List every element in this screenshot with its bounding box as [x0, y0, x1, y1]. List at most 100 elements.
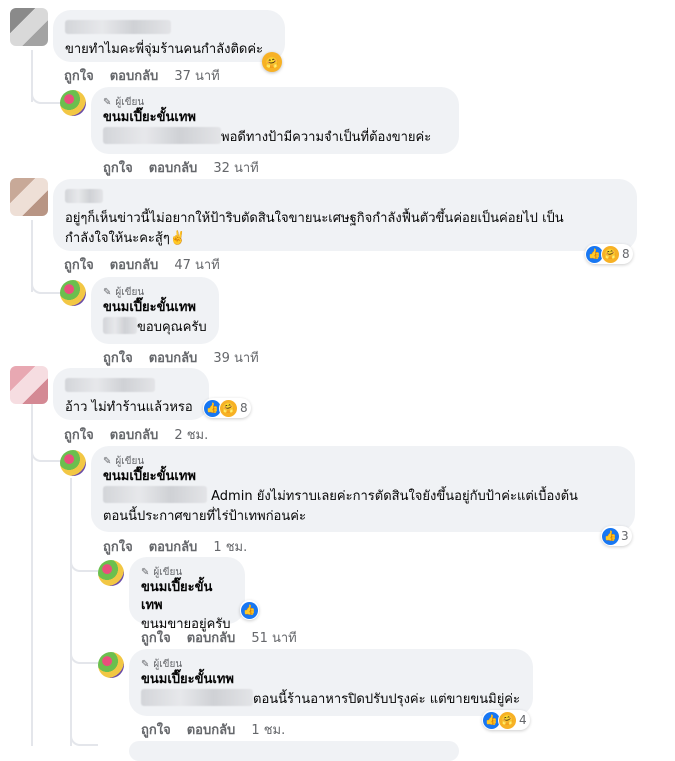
- reaction-summary[interactable]: 👍 🤗 8: [585, 244, 633, 264]
- reply-text: ขอบคุณครับ: [137, 320, 207, 335]
- timestamp[interactable]: 51 นาที: [251, 627, 296, 648]
- like-button[interactable]: ถูกใจ: [141, 719, 171, 740]
- page-avatar[interactable]: [98, 560, 124, 586]
- thread-hook: [31, 280, 61, 294]
- like-button[interactable]: ถูกใจ: [64, 254, 94, 275]
- redacted-mention[interactable]: [141, 689, 253, 706]
- reaction-count: 4: [519, 713, 527, 727]
- comment-text: ขายทำไมคะพี่จุ่มร้านคนกำลังติดค่ะ: [65, 42, 264, 57]
- page-name[interactable]: ขนมเปี๊ยะขั้นเทพ: [141, 671, 521, 689]
- reply-button[interactable]: ตอบกลับ: [149, 347, 198, 368]
- care-icon: 🤗: [498, 710, 517, 730]
- timestamp[interactable]: 37 นาที: [174, 65, 219, 86]
- page-avatar[interactable]: [60, 450, 86, 476]
- comment-actions: ถูกใจ ตอบกลับ 39 นาที: [103, 347, 259, 368]
- comment-actions: ถูกใจ ตอบกลับ 51 นาที: [141, 627, 297, 648]
- comment-actions: ถูกใจ ตอบกลับ 37 นาที: [64, 65, 220, 86]
- timestamp[interactable]: 39 นาที: [213, 347, 258, 368]
- like-icon: 👍: [602, 527, 619, 545]
- reply-button[interactable]: ตอบกลับ: [187, 627, 236, 648]
- reaction-count: 3: [621, 529, 629, 543]
- comment-actions: ถูกใจ ตอบกลับ 47 นาที: [64, 254, 220, 275]
- thread-hook: [31, 90, 61, 104]
- reply-button[interactable]: ตอบกลับ: [149, 157, 198, 178]
- thread-hook: [70, 734, 98, 746]
- reply-bubble: ✎ ผู้เขียน ขนมเปี๊ยะขั้นเทพ ตอนนี้ร้านอาห…: [129, 649, 533, 716]
- pencil-icon: ✎: [103, 96, 112, 108]
- comment-actions: ถูกใจ ตอบกลับ 32 นาที: [103, 157, 259, 178]
- reply-text: พอดีทางป้ามีความจำเป็นที่ต้องขายค่ะ: [221, 130, 432, 145]
- like-icon: 👍: [241, 601, 258, 619]
- comment-actions: ถูกใจ ตอบกลับ 2 ชม.: [64, 424, 208, 445]
- pencil-icon: ✎: [141, 566, 150, 578]
- comment-bubble: ขายทำไมคะพี่จุ่มร้านคนกำลังติดค่ะ: [53, 10, 285, 62]
- care-reaction-icon[interactable]: 🤗: [262, 52, 282, 72]
- pencil-icon: ✎: [103, 286, 112, 298]
- pencil-icon: ✎: [103, 455, 112, 467]
- like-button[interactable]: ถูกใจ: [64, 65, 94, 86]
- timestamp[interactable]: 1 ชม.: [213, 536, 247, 557]
- comment-bubble: อยู่ๆก็เห็นข่าวนี้ไม่อยากให้ป้าริบตัดสิน…: [53, 179, 637, 251]
- redacted-mention[interactable]: [103, 317, 137, 334]
- like-button[interactable]: ถูกใจ: [103, 347, 133, 368]
- redacted-name[interactable]: [65, 378, 155, 392]
- reaction-summary[interactable]: 👍: [240, 600, 259, 620]
- redacted-mention[interactable]: [103, 486, 207, 503]
- thread-hook: [31, 448, 61, 462]
- reply-text: ยังไม่ทราบเลยค่ะการตัดสินใจยังขึ้นอยู่กั…: [256, 489, 578, 504]
- thread-line: [70, 478, 72, 746]
- avatar[interactable]: [10, 366, 48, 404]
- comment-text: อ้าว ไม่ทำร้านแล้วหรอ: [65, 400, 193, 415]
- redacted-name[interactable]: [65, 20, 171, 34]
- author-badge: ✎ ผู้เขียน: [103, 96, 145, 108]
- like-button[interactable]: ถูกใจ: [103, 157, 133, 178]
- timestamp[interactable]: 32 นาที: [213, 157, 258, 178]
- page-name[interactable]: ขนมเปี๊ยะขั้นเทพ: [103, 299, 207, 317]
- avatar[interactable]: [10, 178, 48, 216]
- admin-label: Admin: [211, 489, 253, 504]
- page-avatar[interactable]: [60, 90, 86, 116]
- comment-text: อยู่ๆก็เห็นข่าวนี้ไม่อยากให้ป้าริบตัดสิน…: [65, 211, 564, 226]
- care-icon: 🤗: [219, 398, 238, 418]
- timestamp[interactable]: 47 นาที: [174, 254, 219, 275]
- reaction-summary[interactable]: 👍 3: [601, 526, 632, 546]
- reply-bubble: ✎ ผู้เขียน ขนมเปี๊ยะขั้นเทพ พอดีทางป้ามีค…: [91, 87, 459, 154]
- reply-bubble: ✎ ผู้เขียน ขนมเปี๊ยะขั้นเทพ ขนมขายอยู่ครั…: [129, 557, 245, 632]
- reaction-summary[interactable]: 👍 🤗 8: [203, 398, 251, 418]
- care-icon: 🤗: [601, 244, 620, 264]
- page-name[interactable]: ขนมเปี๊ยะขั้นเทพ: [103, 109, 447, 127]
- page-name[interactable]: ขนมเปี๊ยะขั้นเทพ: [103, 468, 623, 486]
- like-button[interactable]: ถูกใจ: [103, 536, 133, 557]
- reply-button[interactable]: ตอบกลับ: [149, 536, 198, 557]
- redacted-name[interactable]: [65, 189, 103, 203]
- author-badge: ✎ ผู้เขียน: [141, 658, 183, 670]
- thread-hook: [70, 558, 98, 572]
- reply-bubble: [129, 741, 459, 761]
- like-button[interactable]: ถูกใจ: [141, 627, 171, 648]
- pencil-icon: ✎: [141, 658, 150, 670]
- reaction-count: 8: [622, 247, 630, 261]
- reply-button[interactable]: ตอบกลับ: [110, 65, 159, 86]
- comment-actions: ถูกใจ ตอบกลับ 1 ชม.: [103, 536, 247, 557]
- page-avatar[interactable]: [60, 280, 86, 306]
- comment-bubble: อ้าว ไม่ทำร้านแล้วหรอ: [53, 368, 209, 420]
- author-badge: ✎ ผู้เขียน: [103, 455, 145, 467]
- avatar[interactable]: [10, 8, 48, 46]
- reply-bubble: ✎ ผู้เขียน ขนมเปี๊ยะขั้นเทพ Admin ยังไม่ท…: [91, 446, 635, 532]
- reply-button[interactable]: ตอบกลับ: [110, 424, 159, 445]
- thread-hook: [70, 650, 98, 664]
- page-name[interactable]: ขนมเปี๊ยะขั้นเทพ: [141, 579, 233, 615]
- timestamp[interactable]: 2 ชม.: [174, 424, 208, 445]
- comment-actions: ถูกใจ ตอบกลับ 1 ชม.: [141, 719, 285, 740]
- reply-bubble: ✎ ผู้เขียน ขนมเปี๊ยะขั้นเทพ ขอบคุณครับ: [91, 277, 219, 344]
- reply-text: ตอนนี้ร้านอาหารปิดปรับปรุงค่ะ แต่ขายขนมิ…: [253, 692, 520, 707]
- reaction-count: 8: [240, 401, 248, 415]
- like-button[interactable]: ถูกใจ: [64, 424, 94, 445]
- timestamp[interactable]: 1 ชม.: [251, 719, 285, 740]
- reaction-summary[interactable]: 👍 🤗 4: [482, 710, 530, 730]
- page-avatar[interactable]: [98, 652, 124, 678]
- reply-text: ตอนนี้ประกาศขายที่ไร่ป้าเทพก่อนค่ะ: [103, 509, 306, 524]
- reply-button[interactable]: ตอบกลับ: [187, 719, 236, 740]
- redacted-mention[interactable]: [103, 127, 221, 144]
- reply-button[interactable]: ตอบกลับ: [110, 254, 159, 275]
